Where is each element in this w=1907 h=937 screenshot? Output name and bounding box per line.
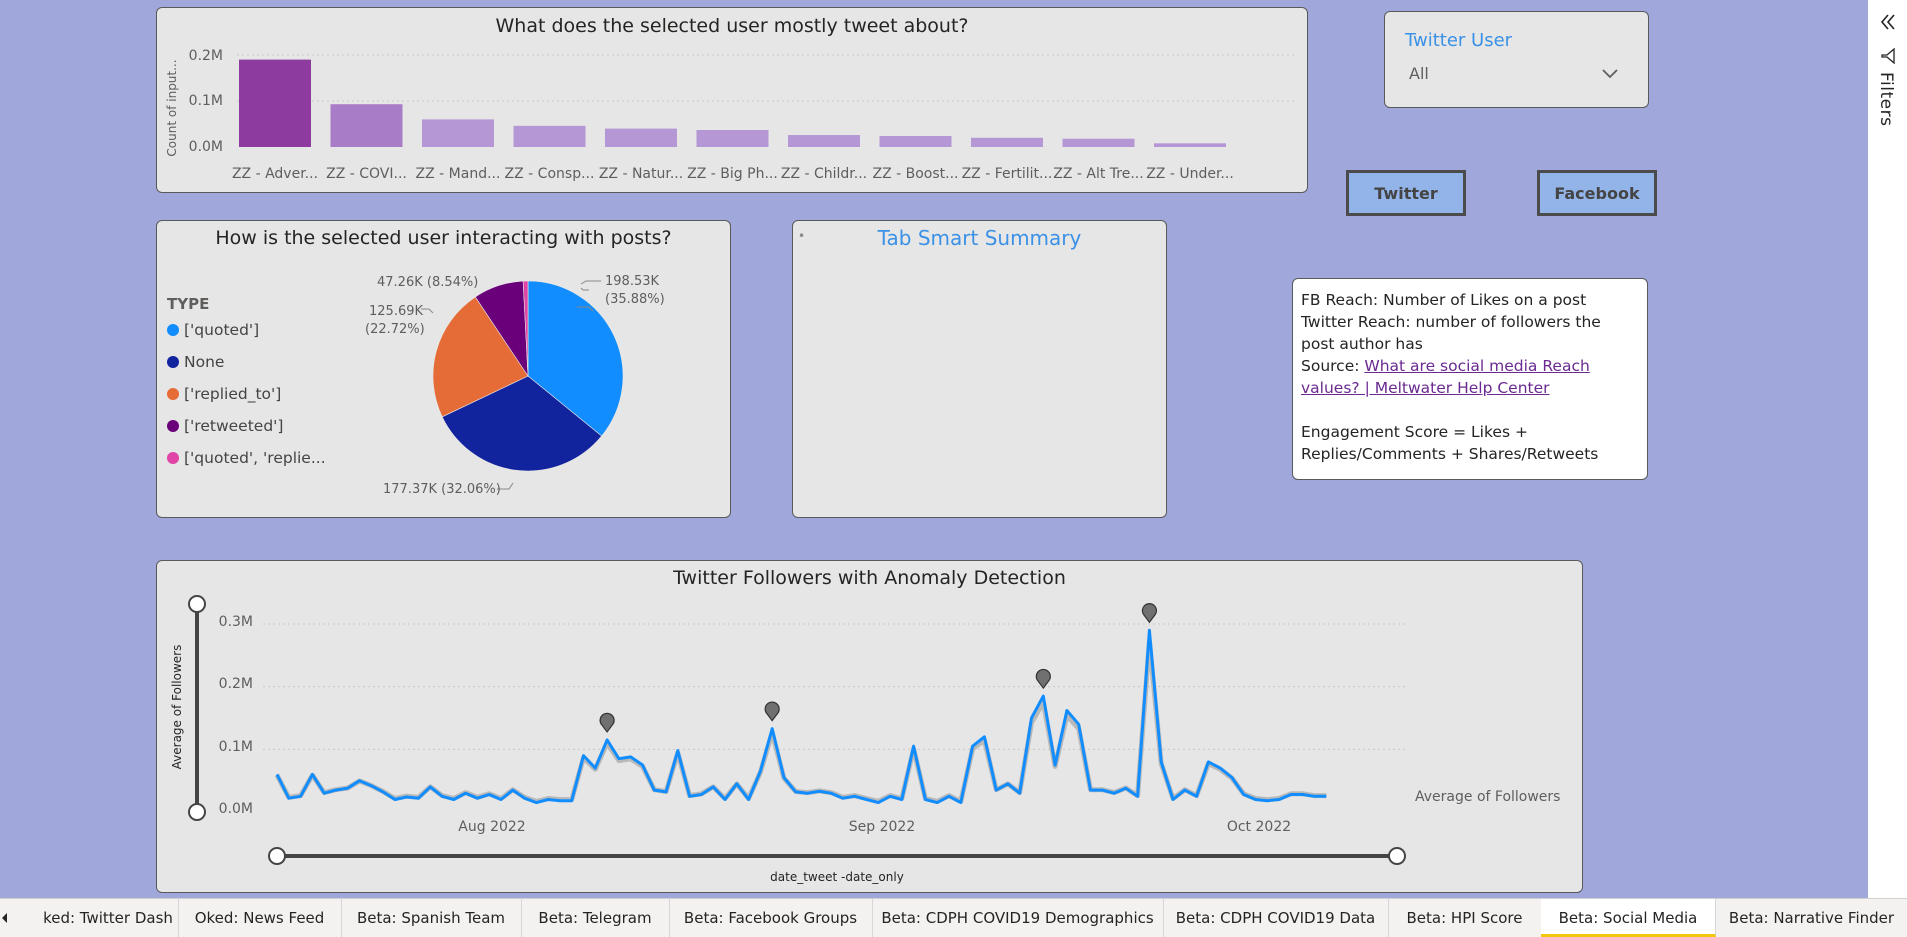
bar[interactable] — [605, 128, 677, 147]
info-line: Twitter Reach: number of followers the p… — [1301, 313, 1601, 353]
bar[interactable] — [696, 129, 769, 147]
slice-label-quoted: 198.53K — [605, 274, 659, 289]
followers-ytick: 0.2M — [219, 676, 253, 692]
bar[interactable] — [239, 59, 311, 147]
followers-ytick: 0.0M — [219, 801, 253, 817]
category-label: ZZ - Fertilit... — [962, 166, 1053, 182]
tab-twitter-dash[interactable]: ked: Twitter Dash — [38, 899, 179, 937]
slice-label-replied: (22.72%) — [365, 322, 425, 337]
page-tab-bar: ked: Twitter Dash Oked: News Feed Beta: … — [0, 898, 1907, 937]
category-label: ZZ - Alt Tre... — [1053, 166, 1143, 182]
anomaly-marker[interactable] — [1035, 668, 1051, 690]
scroll-left-icon[interactable] — [0, 899, 10, 937]
tab-telegram[interactable]: Beta: Telegram — [521, 899, 670, 937]
filter-icon — [1881, 48, 1895, 64]
followers-chart-card[interactable]: Twitter Followers with Anomaly Detection… — [156, 560, 1583, 893]
series-end-label: Average of Followers — [1415, 789, 1560, 805]
bar[interactable] — [971, 137, 1043, 147]
tab-cdph-data[interactable]: Beta: CDPH COVID19 Data — [1163, 899, 1389, 937]
category-label: ZZ - Mand... — [416, 166, 501, 182]
category-label: ZZ - Childr... — [781, 166, 867, 182]
dropdown-value: All — [1409, 64, 1429, 83]
followers-chart: Average of Followers 0.3M 0.2M 0.1M 0.0M… — [170, 595, 1560, 884]
expected-range-band — [274, 638, 1327, 804]
tab-spanish-team[interactable]: Beta: Spanish Team — [341, 899, 522, 937]
x-range-handle-left[interactable] — [268, 847, 286, 865]
category-label: ZZ - Boost... — [872, 166, 958, 182]
slice-label-retweeted: 47.26K (8.54%) — [377, 275, 478, 290]
info-line: FB Reach: Number of Likes on a post — [1301, 291, 1587, 309]
category-label: ZZ - Natur... — [599, 166, 683, 182]
source-label: Source: — [1301, 357, 1365, 375]
leader-line — [580, 280, 601, 285]
topics-chart-card[interactable]: What does the selected user mostly tweet… — [156, 7, 1308, 193]
topics-ylabel: Count of input... — [165, 59, 179, 156]
slice-label-none: 177.37K (32.06%) — [383, 482, 501, 497]
facebook-button[interactable]: Facebook — [1537, 170, 1657, 216]
collapse-pane-icon[interactable] — [1878, 12, 1898, 32]
followers-xtick: Sep 2022 — [849, 819, 915, 835]
topics-chart: Count of input... 0.2M 0.1M 0.0M ZZ - Ad… — [165, 48, 1297, 182]
leader-line — [580, 287, 589, 291]
category-label: ZZ - Consp... — [505, 166, 595, 182]
interaction-chart-card[interactable]: How is the selected user interacting wit… — [156, 220, 731, 518]
smart-summary-title: Tab Smart Summary — [877, 226, 1082, 250]
filters-label: Filters — [1876, 72, 1896, 127]
slice-label-quoted: (35.88%) — [605, 292, 665, 307]
followers-ytick: 0.3M — [219, 614, 253, 630]
info-line: Engagement Score = Likes + Replies/Comme… — [1301, 423, 1599, 463]
topics-ytick: 0.2M — [189, 48, 223, 64]
category-label: ZZ - COVI... — [326, 166, 407, 182]
followers-xlabel: date_tweet -date_only — [770, 870, 904, 884]
tab-facebook-groups[interactable]: Beta: Facebook Groups — [669, 899, 873, 937]
bar[interactable] — [422, 119, 494, 147]
category-label: ZZ - Under... — [1146, 166, 1234, 182]
slice-label-replied: 125.69K — [369, 304, 423, 319]
topics-ytick: 0.0M — [189, 139, 223, 155]
category-label: ZZ - Big Ph... — [687, 166, 778, 182]
summary-bullet: • — [798, 229, 806, 243]
x-range-handle-right[interactable] — [1388, 847, 1406, 865]
pie-chart: 198.53K (35.88%) 177.37K (32.06%) 125.69… — [365, 274, 665, 497]
tab-cdph-demographics[interactable]: Beta: CDPH COVID19 Demographics — [872, 899, 1164, 937]
topics-ytick: 0.1M — [189, 93, 223, 109]
followers-xtick: Oct 2022 — [1227, 819, 1291, 835]
chevron-down-icon — [1602, 69, 1618, 79]
followers-line[interactable] — [275, 628, 1327, 805]
category-label: ZZ - Adver... — [232, 166, 318, 182]
tab-news-feed[interactable]: Oked: News Feed — [178, 899, 342, 937]
twitter-user-slicer: Twitter User All — [1384, 11, 1649, 108]
followers-ytick: 0.1M — [219, 739, 253, 755]
followers-xtick: Aug 2022 — [458, 819, 525, 835]
reach-info-box: FB Reach: Number of Likes on a post Twit… — [1292, 278, 1648, 480]
followers-ylabel: Average of Followers — [170, 645, 184, 770]
slicer-title: Twitter User — [1405, 30, 1513, 51]
filters-pane[interactable]: Filters — [1868, 0, 1907, 898]
anomaly-marker[interactable] — [599, 712, 615, 733]
bar[interactable] — [788, 135, 860, 147]
tab-narrative-finder[interactable]: Beta: Narrative Finder — [1716, 899, 1907, 937]
tab-social-media[interactable]: Beta: Social Media — [1541, 899, 1716, 937]
info-source: Source: What are social media Reach valu… — [1301, 355, 1639, 399]
y-range-handle-top[interactable] — [188, 595, 206, 613]
bar[interactable] — [1062, 138, 1135, 147]
twitter-user-dropdown[interactable]: All — [1405, 54, 1631, 94]
tab-hpi-score[interactable]: Beta: HPI Score — [1388, 899, 1542, 937]
twitter-button[interactable]: Twitter — [1346, 170, 1466, 216]
bar[interactable] — [1154, 143, 1226, 147]
smart-summary-card[interactable]: Tab Smart Summary • — [792, 220, 1167, 518]
bar[interactable] — [513, 125, 586, 147]
anomaly-marker[interactable] — [764, 701, 780, 722]
bar[interactable] — [879, 135, 952, 147]
y-range-handle-bottom[interactable] — [188, 803, 206, 821]
anomaly-marker[interactable] — [1141, 603, 1158, 624]
bar[interactable] — [330, 104, 403, 147]
